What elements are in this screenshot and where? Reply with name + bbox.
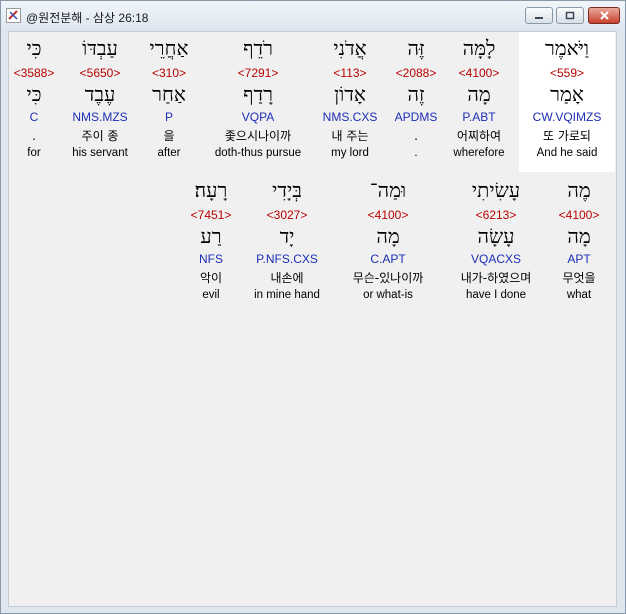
parse-code: APT: [567, 252, 591, 266]
english-gloss: or what-is: [363, 289, 413, 301]
hebrew-word: מֶה: [567, 178, 591, 202]
lemma-word: מָה: [376, 224, 400, 248]
parse-code: NMS.CXS: [322, 110, 378, 124]
english-gloss: for: [27, 147, 41, 159]
parse-code: CW.VQIMZS: [532, 110, 602, 124]
english-gloss: doth-thus pursue: [214, 147, 302, 159]
lemma-word: כִּי: [26, 82, 42, 106]
english-gloss: my lord: [331, 147, 369, 159]
strong-number: <113>: [333, 66, 367, 80]
window-title: @원전분해 - 삼상 26:18: [26, 11, 149, 25]
hebrew-word: רָעָה׃: [194, 178, 228, 202]
hebrew-word: וּמַה־: [369, 178, 407, 202]
korean-gloss: 무슨-있나이까: [352, 271, 424, 285]
strong-number: <7291>: [237, 66, 279, 80]
analysis-panel: וַיֹּאמֶר <559> אָמַר CW.VQIMZS 또 가로되 An…: [8, 31, 617, 607]
korean-gloss: .: [32, 129, 36, 143]
strong-number: <7451>: [190, 208, 232, 222]
word-item[interactable]: כִּי <3588> כִּי C . for: [0, 32, 82, 160]
lemma-word: אָדוֹן: [334, 82, 366, 106]
korean-gloss: 내가-하였으며: [460, 271, 532, 285]
parse-code: VQACXS: [470, 252, 521, 266]
lemma-word: רַע: [200, 224, 222, 248]
english-gloss: have I done: [465, 289, 527, 301]
title-bar[interactable]: @원전분해 - 삼상 26:18: [1, 1, 625, 31]
word-item[interactable]: וּמַה־ <4100> מָה C.APT 무슨-있나이까 or what-…: [340, 174, 436, 302]
lemma-word: אָמַר: [550, 82, 584, 106]
hebrew-word: כִּי: [26, 36, 42, 60]
strong-number: <4100>: [558, 208, 600, 222]
korean-gloss: 좇으시나이까: [224, 129, 292, 143]
korean-gloss: 내 주는: [331, 129, 369, 143]
korean-gloss: 무엇을: [562, 271, 596, 285]
korean-gloss: 또 가로되: [543, 129, 591, 143]
minimize-button[interactable]: [525, 7, 553, 24]
close-icon: [589, 8, 619, 23]
app-logo-icon: [6, 8, 21, 23]
maximize-icon: [557, 8, 583, 23]
hebrew-word: רֹדֵף: [243, 36, 273, 60]
word-item[interactable]: וַיֹּאמֶר <559> אָמַר CW.VQIMZS 또 가로되 An…: [519, 32, 615, 172]
lemma-word: מָה: [567, 224, 591, 248]
english-gloss: what: [566, 289, 592, 301]
word-item[interactable]: רָעָה׃ <7451> רַע NFS 악이 evil: [163, 174, 259, 302]
maximize-button[interactable]: [556, 7, 584, 24]
parse-code: VQPA: [241, 110, 275, 124]
korean-gloss: 악이: [199, 271, 223, 285]
hebrew-word: עָשִׂיתִי: [471, 178, 521, 202]
minimize-icon: [526, 8, 552, 23]
english-gloss: And he said: [536, 147, 598, 159]
strong-number: <6213>: [475, 208, 517, 222]
word-item[interactable]: אֲדֹנִי <113> אָדוֹן NMS.CXS 내 주는 my lor…: [302, 32, 398, 160]
lemma-word: רָדַף: [243, 82, 273, 106]
hebrew-word: אֲדֹנִי: [333, 36, 367, 60]
app-window: @원전분해 - 삼상 26:18 וַיֹּאמֶר <559> אָמַר C…: [0, 0, 626, 614]
word-item[interactable]: עָשִׂיתִי <6213> עָשָׂה VQACXS 내가-하였으며 h…: [448, 174, 544, 302]
strong-number: <3588>: [13, 66, 55, 80]
strong-number: <4100>: [367, 208, 409, 222]
word-item[interactable]: מֶה <4100> מָה APT 무엇을 what: [531, 174, 626, 302]
english-gloss: evil: [202, 289, 220, 301]
strong-number: <559>: [549, 66, 585, 80]
parse-code: C: [29, 110, 39, 124]
parse-code: C.APT: [370, 252, 406, 266]
hebrew-word: וַיֹּאמֶר: [544, 36, 590, 60]
parse-code: NFS: [199, 252, 223, 266]
lemma-word: עָשָׂה: [477, 224, 515, 248]
close-button[interactable]: [588, 7, 620, 24]
word-item[interactable]: רֹדֵף <7291> רָדַף VQPA 좇으시나이까 doth-thus…: [210, 32, 306, 160]
